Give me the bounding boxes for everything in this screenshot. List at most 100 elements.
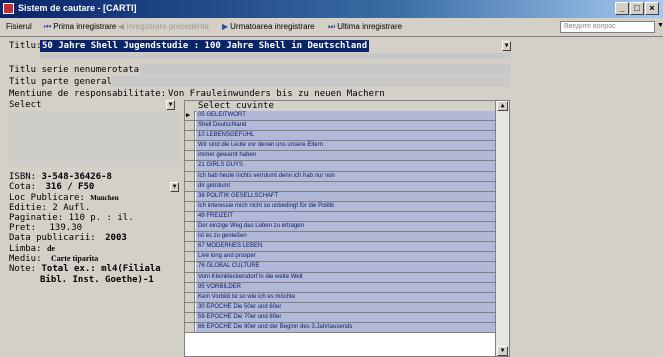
keyword-cell[interactable]: Vom Kleinkleckersdorf in die weite Welt — [196, 272, 495, 282]
keyword-cell[interactable]: Shell Deutschland — [196, 121, 495, 131]
keyword-cell[interactable]: Kein Vorbild ist so wie ich es möchte — [196, 292, 495, 302]
keyword-cell[interactable]: 86 EPOCHE Die 90er und der Beginn des 3.… — [196, 322, 495, 333]
keyword-row[interactable]: 86 EPOCHE Die 90er und der Beginn des 3.… — [185, 322, 495, 334]
keyword-cell[interactable]: 05 GELEITWORT — [196, 111, 495, 121]
keyword-cell[interactable]: 59 EPOCHE Die 70er und 80er — [196, 312, 495, 322]
keyword-cell[interactable]: Live long and prosper — [196, 252, 495, 262]
keyword-cell[interactable]: Der einzige Weg das Leben zu ertragen — [196, 222, 495, 232]
row-selector[interactable] — [185, 242, 195, 252]
row-selector[interactable] — [185, 121, 195, 131]
minimize-button[interactable]: _ — [615, 2, 629, 15]
keyword-row[interactable]: 49 FREIZEIT — [185, 211, 495, 223]
keyword-cell[interactable]: 21 GIRLS GUYS — [196, 161, 495, 171]
editie-value[interactable]: 2 Aufl. — [52, 203, 90, 213]
titlu-field[interactable]: 50 Jahre Shell Jugendstudie : 100 Jahre … — [40, 40, 370, 52]
keyword-row[interactable]: 59 EPOCHE Die 70er und 80er — [185, 312, 495, 323]
isbn-value[interactable]: 3-548-36426-8 — [42, 172, 112, 182]
pret-value[interactable]: 139.30 — [50, 223, 83, 233]
row-selector[interactable] — [185, 282, 195, 292]
scroll-up-icon[interactable]: ▲ — [497, 101, 508, 111]
keyword-row[interactable]: Kein Vorbild ist so wie ich es möchte — [185, 292, 495, 303]
note-value-2[interactable]: Bibl. Inst. Goethe)-1 — [40, 275, 154, 285]
paginatie-value[interactable]: 110 p. : il. — [69, 213, 134, 223]
keyword-cell[interactable]: immer gewarnt haben — [196, 151, 495, 161]
keyword-cell[interactable]: dir getrdumt — [196, 181, 495, 191]
keyword-row[interactable]: 05 GELEITWORT — [185, 111, 495, 122]
keyword-cell[interactable]: Ich hab heute nichts verrdumt denn ich h… — [196, 171, 495, 181]
row-selector[interactable] — [185, 171, 195, 181]
keyword-cell[interactable]: Ich interessie mich nicht so unbedingt f… — [196, 201, 495, 211]
keyword-cell[interactable]: 76 GLOBAL CULTURE — [196, 262, 495, 272]
row-selector[interactable] — [185, 111, 195, 121]
keyword-cell[interactable]: 67 MODERNES LEBEN — [196, 242, 495, 252]
keyword-row[interactable]: 76 GLOBAL CULTURE — [185, 262, 495, 273]
loc-value[interactable]: Munchen — [90, 194, 118, 202]
keyword-cell[interactable]: 95 VORBILDER — [196, 282, 495, 292]
cota-value[interactable]: 316 / F50 — [46, 182, 95, 192]
keyword-cell[interactable]: 10 LEBENSGEFÜHL — [196, 131, 495, 141]
row-selector[interactable] — [185, 272, 195, 282]
keyword-cell[interactable]: 49 FREIZEIT — [196, 211, 495, 222]
keyword-row[interactable]: Der einzige Weg das Leben zu ertragen — [185, 222, 495, 233]
keyword-row[interactable]: 38 POLITIK GESELLSCHAFT — [185, 191, 495, 202]
row-selector[interactable] — [185, 312, 195, 322]
limba-value[interactable]: de — [47, 244, 55, 253]
titlu-scroll-icon[interactable]: ▼ — [502, 41, 511, 51]
row-selector[interactable] — [185, 322, 195, 333]
keyword-row[interactable]: ist es zu genießen — [185, 232, 495, 243]
maximize-button[interactable]: □ — [630, 2, 644, 15]
scroll-down-icon[interactable]: ▼ — [497, 346, 508, 356]
keyword-row[interactable]: Ich interessie mich nicht so unbedingt f… — [185, 201, 495, 212]
data-value[interactable]: 2003 — [105, 233, 127, 243]
mentiune-value[interactable]: Von Frauleinwunders bis zu neuen Machern — [168, 89, 385, 99]
keyword-row[interactable]: 10 LEBENSGEFÜHL — [185, 131, 495, 142]
help-dropdown-icon[interactable]: ▼ — [657, 22, 663, 29]
serie-field[interactable] — [140, 64, 510, 75]
menu-next-record[interactable]: ▶ Urmatoarea inregistrare — [222, 22, 315, 31]
keyword-row[interactable]: 67 MODERNES LEBEN — [185, 242, 495, 253]
keyword-row[interactable]: 95 VORBILDER — [185, 282, 495, 293]
keyword-row[interactable]: Ich hab heute nichts verrdumt denn ich h… — [185, 171, 495, 182]
keyword-row[interactable]: 30 EPOCHE Die 50er und 60er — [185, 302, 495, 313]
keyword-row[interactable]: Wir sind die Leute vor denen uns unsere … — [185, 141, 495, 152]
close-button[interactable]: × — [645, 2, 659, 15]
keyword-row[interactable]: Live long and prosper — [185, 252, 495, 263]
data-row: Data publicarii: 2003 — [9, 233, 127, 243]
menu-previous-record[interactable]: ◀ Inregistrare precedenta — [118, 22, 209, 31]
row-selector[interactable] — [185, 302, 195, 312]
keyword-cell[interactable]: ist es zu genießen — [196, 232, 495, 242]
menu-first-record[interactable]: ⏮ Prima inregistrare — [44, 22, 116, 32]
keyword-row[interactable]: Vom Kleinkleckersdorf in die weite Welt — [185, 272, 495, 283]
keyword-cell[interactable]: 30 EPOCHE Die 50er und 60er — [196, 302, 495, 312]
keywords-scrollbar[interactable]: ▲ ▼ — [495, 101, 509, 356]
note-value-1[interactable]: Total ex.: ml4(Filiala — [42, 264, 161, 274]
row-selector[interactable] — [185, 201, 195, 211]
keyword-row[interactable]: Shell Deutschland — [185, 121, 495, 132]
keyword-row[interactable]: immer gewarnt haben — [185, 151, 495, 162]
keyword-row[interactable]: dir getrdumt — [185, 181, 495, 192]
row-selector[interactable] — [185, 211, 195, 222]
row-selector[interactable] — [185, 191, 195, 201]
row-selector[interactable] — [185, 262, 195, 272]
keyword-cell[interactable]: 38 POLITIK GESELLSCHAFT — [196, 191, 495, 201]
row-selector[interactable] — [185, 232, 195, 242]
keyword-row[interactable]: 21 GIRLS GUYS — [185, 161, 495, 172]
cota-dropdown-icon[interactable]: ▼ — [170, 182, 179, 192]
menu-fisierul[interactable]: Fisierul — [6, 22, 32, 31]
row-selector[interactable] — [185, 151, 195, 161]
row-selector[interactable] — [185, 252, 195, 262]
row-selector[interactable] — [185, 161, 195, 171]
row-selector[interactable] — [185, 131, 195, 141]
row-selector[interactable] — [185, 292, 195, 302]
parte-field[interactable] — [112, 76, 510, 87]
title-bar[interactable]: Sistem de cautare - [CARTI] _ □ × — [0, 0, 663, 18]
mediu-value[interactable]: Carte tiparita — [51, 254, 98, 263]
menu-last-record[interactable]: ⏭ Ultima inregistrare — [328, 22, 402, 32]
paginatie-label: Paginatie: — [9, 213, 64, 223]
row-selector[interactable] — [185, 181, 195, 191]
help-search-input[interactable]: Введите вопрос — [560, 21, 655, 33]
row-selector[interactable] — [185, 222, 195, 232]
select-dropdown-icon[interactable]: ▼ — [166, 100, 175, 110]
keyword-cell[interactable]: Wir sind die Leute vor denen uns unsere … — [196, 141, 495, 151]
row-selector[interactable] — [185, 141, 195, 151]
